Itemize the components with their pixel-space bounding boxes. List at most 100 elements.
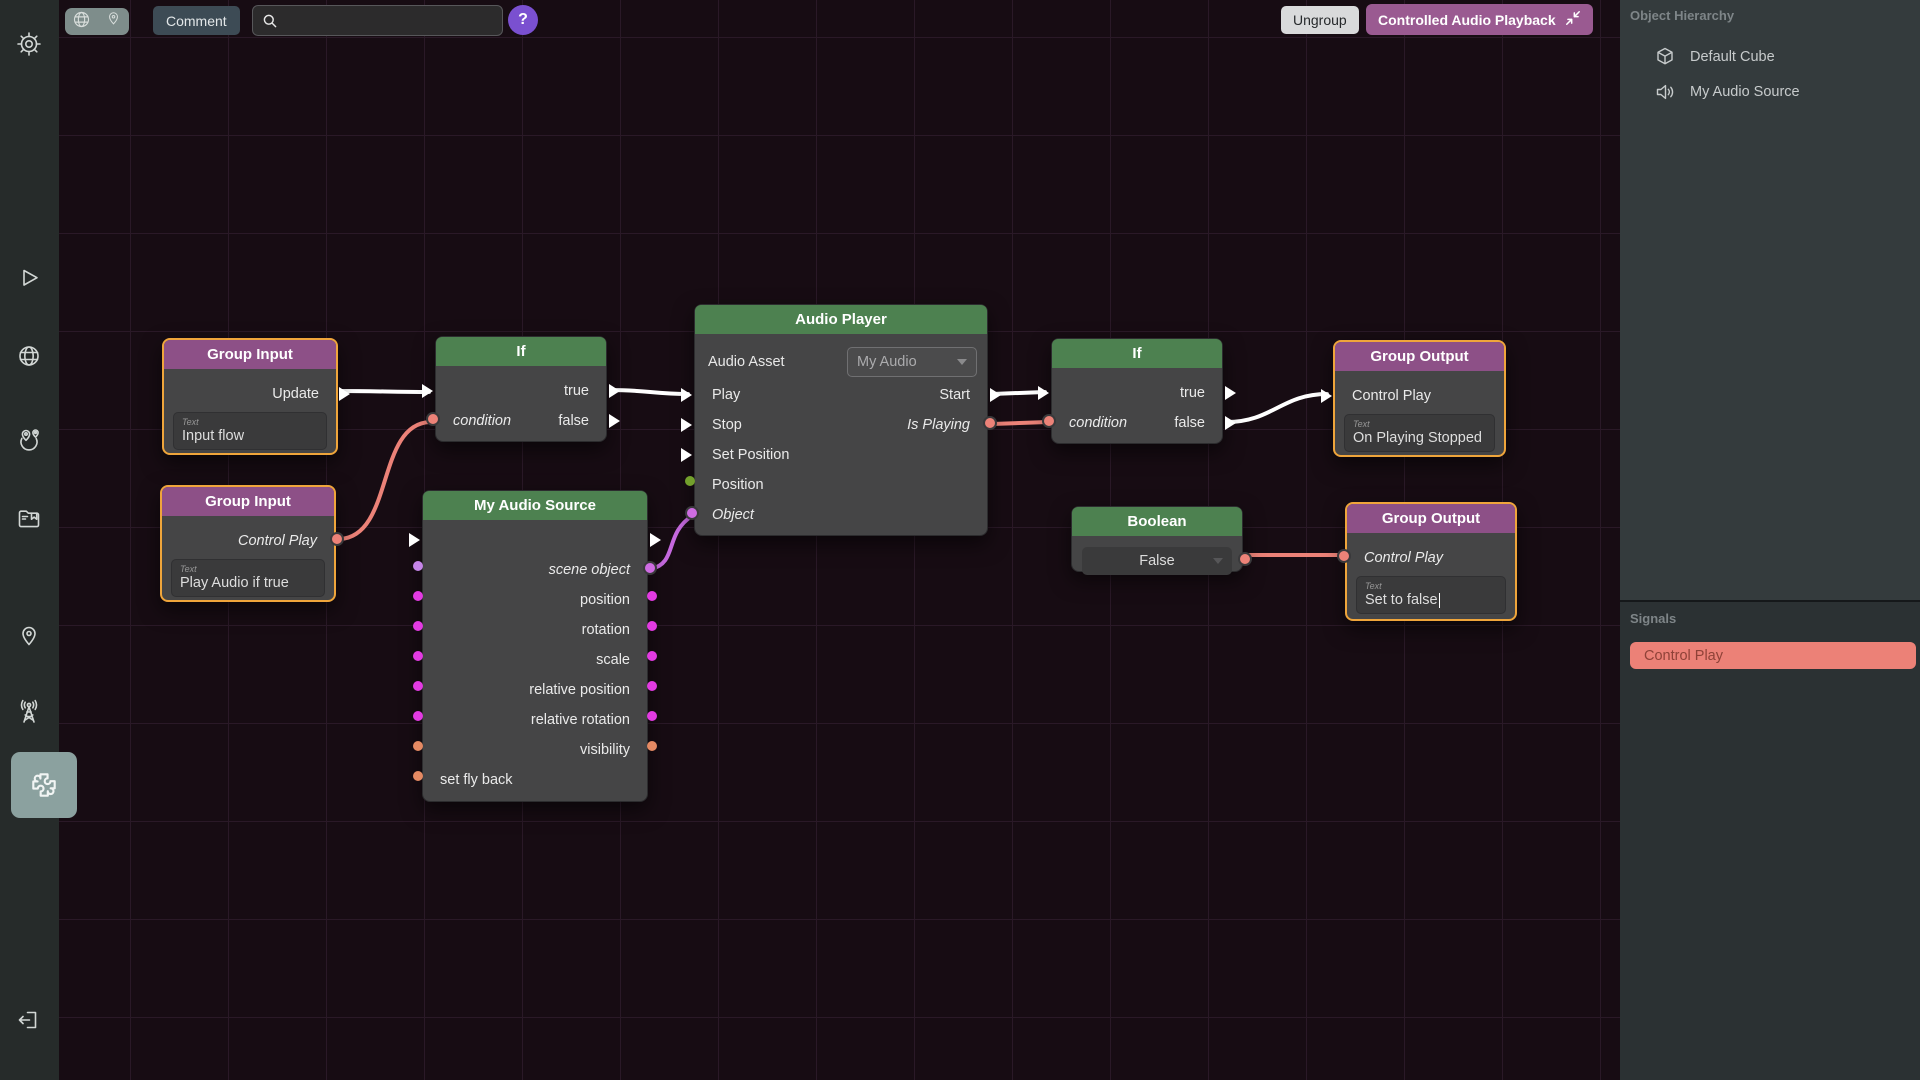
- globe-view-icon[interactable]: [71, 9, 92, 35]
- scene-object-out-port[interactable]: [643, 561, 657, 575]
- port-label-set-fly-back: set fly back: [440, 772, 513, 788]
- hierarchy-item-my-audio-source[interactable]: My Audio Source: [1630, 74, 1916, 109]
- port-label-scale: scale: [596, 652, 630, 668]
- node-title-text: My Audio Source: [474, 497, 596, 514]
- node-title: Group Input: [164, 340, 336, 369]
- node-group-input-2[interactable]: Group Input Control Play Text Play Audio…: [160, 485, 336, 602]
- logic-blocks-tab-active[interactable]: [11, 752, 77, 818]
- relative-position-in-port[interactable]: [413, 681, 423, 691]
- scale-out-port[interactable]: [647, 651, 657, 661]
- visibility-in-port[interactable]: [413, 741, 423, 751]
- exec-in-port[interactable]: [409, 533, 420, 547]
- node-title: Boolean: [1072, 507, 1242, 536]
- edge-update-to-if1[interactable]: [341, 391, 429, 392]
- relative-position-out-port[interactable]: [647, 681, 657, 691]
- search-input[interactable]: [285, 13, 493, 29]
- signal-out-port[interactable]: [330, 532, 344, 546]
- view-mode-toggle[interactable]: [65, 8, 129, 35]
- text-field-value[interactable]: Set to false: [1365, 592, 1497, 608]
- text-field-text: Set to false: [1365, 592, 1438, 608]
- signal-item-control-play[interactable]: Control Play: [1630, 642, 1916, 669]
- port-label-relative-rotation: relative rotation: [531, 712, 630, 728]
- hierarchy-item-default-cube[interactable]: Default Cube: [1630, 39, 1916, 74]
- relative-rotation-in-port[interactable]: [413, 711, 423, 721]
- search-box[interactable]: [252, 5, 503, 36]
- node-audio-player[interactable]: Audio Player Audio Asset My Audio Play S…: [694, 304, 988, 536]
- node-group-output-2[interactable]: Group Output Control Play Text Set to fa…: [1345, 502, 1517, 621]
- text-field-value[interactable]: On Playing Stopped: [1353, 430, 1486, 446]
- position-in-port[interactable]: [685, 476, 695, 486]
- condition-in-port[interactable]: [1042, 414, 1056, 428]
- audio-asset-label: Audio Asset: [708, 354, 785, 370]
- port-label-true: true: [564, 383, 589, 399]
- environment-pins-icon[interactable]: [13, 424, 45, 456]
- audio-asset-dropdown[interactable]: My Audio: [847, 347, 977, 377]
- help-button[interactable]: ?: [508, 5, 538, 35]
- text-field[interactable]: Text On Playing Stopped: [1344, 414, 1495, 452]
- node-my-audio-source[interactable]: My Audio Source scene object position ro…: [422, 490, 648, 802]
- visibility-out-port[interactable]: [647, 741, 657, 751]
- pin-view-icon[interactable]: [104, 10, 123, 34]
- node-group-input-1[interactable]: Group Input Update Text Input flow: [162, 338, 338, 455]
- exec-out-port[interactable]: [339, 387, 350, 401]
- relative-rotation-out-port[interactable]: [647, 711, 657, 721]
- text-field[interactable]: Text Play Audio if true: [171, 559, 325, 597]
- set-fly-back-in-port[interactable]: [413, 771, 423, 781]
- left-sidebar: [0, 0, 59, 1080]
- exec-in-port[interactable]: [422, 384, 433, 398]
- node-group-output-1[interactable]: Group Output Control Play Text On Playin…: [1333, 340, 1506, 457]
- exec-in-port[interactable]: [1038, 386, 1049, 400]
- is-playing-out-port[interactable]: [983, 416, 997, 430]
- exec-in-port[interactable]: [1321, 389, 1332, 403]
- node-boolean[interactable]: Boolean False: [1071, 506, 1243, 572]
- port-label-condition: condition: [1069, 415, 1127, 431]
- rotation-out-port[interactable]: [647, 621, 657, 631]
- exec-out-true-port[interactable]: [1225, 386, 1236, 400]
- set-position-in-port[interactable]: [681, 448, 692, 462]
- port-label-relative-position: relative position: [529, 682, 630, 698]
- text-cursor: [1439, 593, 1441, 608]
- edge-isplaying-to-if2-condition[interactable]: [992, 422, 1048, 424]
- object-in-port[interactable]: [685, 506, 699, 520]
- node-title: Audio Player: [695, 305, 987, 334]
- boolean-out-port[interactable]: [1238, 552, 1252, 566]
- text-field[interactable]: Text Set to false: [1356, 576, 1506, 614]
- broadcast-antenna-icon[interactable]: [13, 696, 45, 728]
- comment-button[interactable]: Comment: [153, 6, 240, 35]
- ungroup-button[interactable]: Ungroup: [1281, 6, 1359, 34]
- exec-out-true-port[interactable]: [609, 384, 620, 398]
- exec-out-port[interactable]: [650, 533, 661, 547]
- text-field[interactable]: Text Input flow: [173, 412, 327, 450]
- node-title-text: Group Output: [1370, 348, 1468, 365]
- exec-out-false-port[interactable]: [609, 414, 620, 428]
- node-if-1[interactable]: If true condition false: [435, 336, 607, 442]
- signal-in-port[interactable]: [1337, 549, 1351, 563]
- boolean-value-dropdown[interactable]: False: [1082, 547, 1232, 575]
- rotation-in-port[interactable]: [413, 621, 423, 631]
- text-field-value[interactable]: Play Audio if true: [180, 575, 316, 591]
- condition-in-port[interactable]: [426, 412, 440, 426]
- play-in-port[interactable]: [681, 388, 692, 402]
- globe-icon[interactable]: [13, 340, 45, 372]
- settings-icon[interactable]: [13, 28, 45, 60]
- play-icon[interactable]: [13, 262, 45, 294]
- boolean-value: False: [1139, 553, 1174, 569]
- port-label-is-playing: Is Playing: [907, 417, 970, 433]
- position-in-port[interactable]: [413, 591, 423, 601]
- group-name-button[interactable]: Controlled Audio Playback: [1366, 4, 1593, 35]
- scale-in-port[interactable]: [413, 651, 423, 661]
- start-out-port[interactable]: [990, 388, 1001, 402]
- stop-in-port[interactable]: [681, 418, 692, 432]
- exit-icon[interactable]: [13, 1004, 45, 1036]
- port-label-true: true: [1180, 385, 1205, 401]
- position-out-port[interactable]: [647, 591, 657, 601]
- signals-panel: Signals Control Play: [1620, 600, 1920, 1080]
- scene-object-in-port[interactable]: [413, 561, 423, 571]
- text-field-value[interactable]: Input flow: [182, 428, 318, 444]
- node-title: My Audio Source: [423, 491, 647, 520]
- port-label-control-play: Control Play: [1364, 550, 1443, 566]
- exec-out-false-port[interactable]: [1225, 416, 1236, 430]
- assets-folder-icon[interactable]: [13, 503, 45, 535]
- node-if-2[interactable]: If true condition false: [1051, 338, 1223, 444]
- location-pin-icon[interactable]: [13, 621, 45, 653]
